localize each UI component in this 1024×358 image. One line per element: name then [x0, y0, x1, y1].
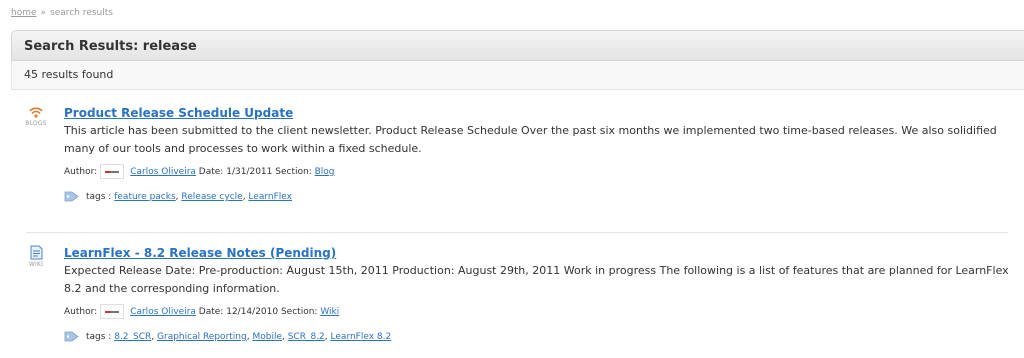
breadcrumb-home-link[interactable]: home: [11, 8, 37, 18]
section-label: Section:: [280, 307, 318, 317]
result-description: This article has been submitted to the c…: [64, 124, 997, 155]
result-description: Expected Release Date: Pre-production: A…: [64, 264, 1009, 295]
tag-link[interactable]: 8.2_SCR: [114, 332, 151, 342]
section-link[interactable]: Blog: [315, 167, 335, 177]
result-type-label: BLOGS: [25, 120, 47, 127]
tag-link[interactable]: SCR_8.2: [288, 332, 325, 342]
tag-link[interactable]: Graphical Reporting: [157, 332, 247, 342]
date-value: 1/31/2011: [226, 167, 273, 177]
result-type-label: WIKI: [28, 261, 44, 268]
search-results-header: Search Results: release: [11, 30, 1024, 61]
tag-link[interactable]: Release cycle: [181, 192, 242, 202]
result-tags: tags : 8.2_SCR, Graphical Reporting, Mob…: [64, 330, 1014, 344]
section-label: Section:: [275, 167, 312, 177]
tags-label: tags :: [86, 332, 112, 342]
results-count-bar: 45 results found: [11, 61, 1024, 90]
breadcrumb: home» search results: [11, 8, 113, 18]
result-type-badge: WIKI: [24, 245, 48, 268]
breadcrumb-separator: »: [40, 8, 47, 18]
tag-link[interactable]: Mobile: [252, 332, 282, 342]
avatar: [100, 304, 125, 319]
result-title-link[interactable]: Product Release Schedule Update: [64, 105, 1014, 121]
result-type-badge: BLOGS: [24, 105, 48, 127]
result-tags: tags : feature packs, Release cycle, Lea…: [64, 190, 1014, 204]
author-link[interactable]: Carlos Oliveira: [130, 307, 196, 317]
date-value: 12/14/2010: [226, 307, 279, 317]
wiki-document-icon: [30, 245, 42, 260]
avatar: [100, 164, 125, 179]
tag-link[interactable]: feature packs: [114, 192, 175, 202]
author-label: Author:: [64, 167, 98, 177]
tags-label: tags :: [86, 192, 112, 202]
result-title-link[interactable]: LearnFlex - 8.2 Release Notes (Pending): [64, 245, 1014, 261]
tag-icon: [64, 331, 79, 342]
author-label: Author:: [64, 307, 98, 317]
result-meta: Author: Carlos Oliveira Date: 12/14/2010 …: [64, 304, 1014, 319]
date-label: Date:: [198, 307, 224, 317]
results-count: 45 results found: [24, 68, 114, 81]
result-meta: Author: Carlos Oliveira Date: 1/31/2011 S…: [64, 164, 1014, 179]
author-link[interactable]: Carlos Oliveira: [130, 167, 196, 177]
section-link[interactable]: Wiki: [320, 307, 339, 317]
tag-link[interactable]: LearnFlex: [248, 192, 292, 202]
breadcrumb-current: search results: [50, 8, 113, 18]
tag-link[interactable]: LearnFlex 8.2: [331, 332, 392, 342]
tag-icon: [64, 191, 79, 202]
result-divider: [26, 232, 1008, 233]
date-label: Date:: [198, 167, 224, 177]
page-title: Search Results: release: [24, 39, 197, 54]
rss-feed-icon: [29, 107, 43, 118]
